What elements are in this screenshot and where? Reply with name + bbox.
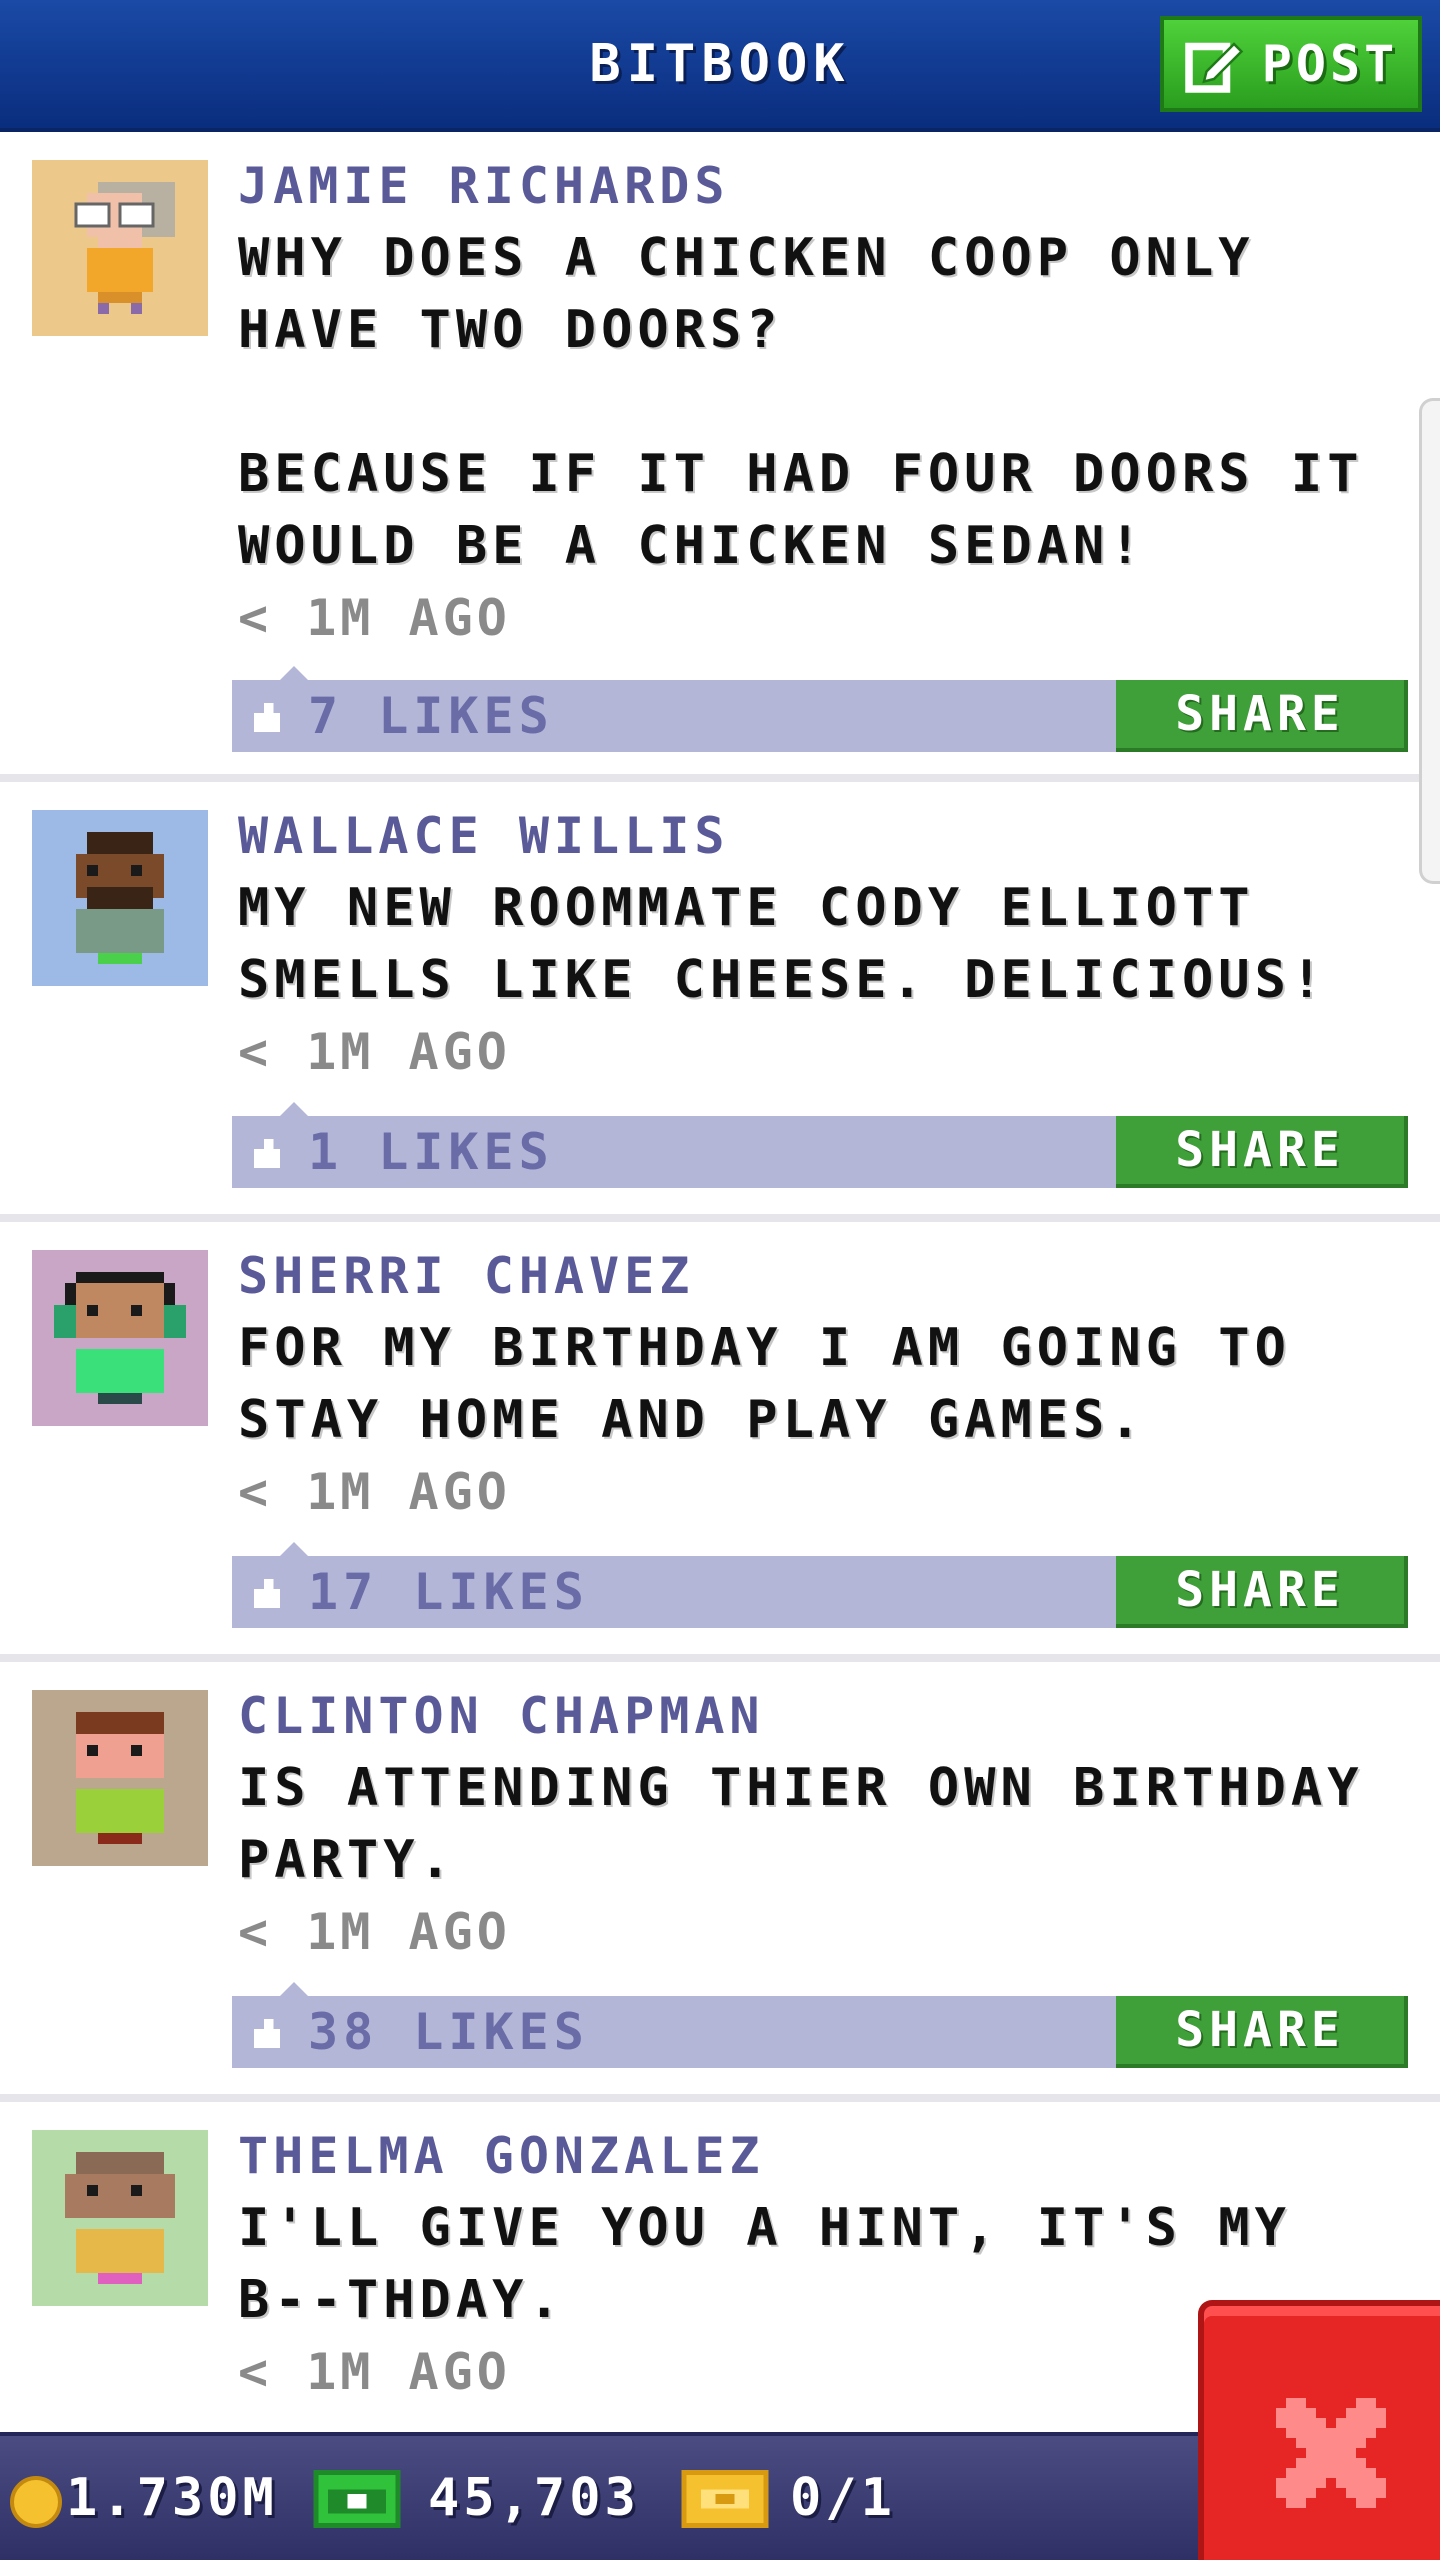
coin-icon	[10, 2476, 62, 2528]
compose-icon	[1185, 42, 1244, 93]
thumbs-up-icon[interactable]	[250, 1576, 284, 1608]
avatar	[32, 1690, 208, 1866]
top-bar: BITBOOK POST	[0, 0, 1440, 132]
likes-count: 17 LIKES	[308, 1563, 589, 1621]
share-button[interactable]: SHARE	[1116, 1116, 1408, 1188]
post-author[interactable]: WALLACE WILLIS	[238, 800, 1408, 872]
likes-bar: 38 LIKES SHARE	[232, 1982, 1408, 2068]
post-button-label: POST	[1261, 35, 1399, 93]
ticket-icon	[681, 2470, 769, 2528]
post-time: < 1M AGO	[238, 1903, 511, 1961]
scrollbar[interactable]	[1419, 398, 1440, 884]
avatar	[32, 1250, 208, 1426]
post-time: < 1M AGO	[238, 589, 511, 647]
share-button[interactable]: SHARE	[1116, 1996, 1408, 2068]
post-time: < 1M AGO	[238, 1023, 511, 1081]
coins-count: 1.730M	[66, 2468, 278, 2528]
post-content: SHERRI CHAVEZ FOR MY BIRTHDAY I AM GOING…	[238, 1240, 1408, 1528]
likes-bar: 1 LIKES SHARE	[232, 1102, 1408, 1188]
thumbs-up-icon[interactable]	[250, 700, 284, 732]
avatar	[32, 160, 208, 336]
post-time: < 1M AGO	[238, 1463, 511, 1521]
bux-count: 45,703	[428, 2468, 640, 2528]
thumbs-up-icon[interactable]	[250, 2016, 284, 2048]
feed-post: CLINTON CHAPMAN IS ATTENDING THIER OWN B…	[0, 1662, 1440, 2102]
close-button[interactable]	[1198, 2300, 1440, 2560]
post-author[interactable]: THELMA GONZALEZ	[238, 2120, 1408, 2192]
post-button[interactable]: POST	[1160, 16, 1422, 112]
bux-icon	[313, 2470, 401, 2528]
feed-post: SHERRI CHAVEZ FOR MY BIRTHDAY I AM GOING…	[0, 1222, 1440, 1662]
post-message: FOR MY BIRTHDAY I AM GOING TO STAY HOME …	[238, 1318, 1291, 1450]
post-author[interactable]: SHERRI CHAVEZ	[238, 1240, 1408, 1312]
post-message: IS ATTENDING THIER OWN BIRTHDAY PARTY.	[238, 1758, 1364, 1890]
likes-bar: 17 LIKES SHARE	[232, 1542, 1408, 1628]
likes-bar: 7 LIKES SHARE	[232, 666, 1408, 752]
share-button[interactable]: SHARE	[1116, 1556, 1408, 1628]
post-message: MY NEW ROOMMATE CODY ELLIOTT SMELLS LIKE…	[238, 878, 1328, 1010]
post-content: CLINTON CHAPMAN IS ATTENDING THIER OWN B…	[238, 1680, 1408, 1968]
post-content: WALLACE WILLIS MY NEW ROOMMATE CODY ELLI…	[238, 800, 1408, 1088]
likes-count: 1 LIKES	[308, 1123, 554, 1181]
likes-count: 38 LIKES	[308, 2003, 589, 2061]
post-content: JAMIE RICHARDS WHY DOES A CHICKEN COOP O…	[238, 150, 1408, 654]
post-author[interactable]: JAMIE RICHARDS	[238, 150, 1408, 222]
avatar	[32, 2130, 208, 2306]
thumbs-up-icon[interactable]	[250, 1136, 284, 1168]
share-button[interactable]: SHARE	[1116, 680, 1408, 752]
feed-post: JAMIE RICHARDS WHY DOES A CHICKEN COOP O…	[0, 132, 1440, 782]
avatar	[32, 810, 208, 986]
post-message: WHY DOES A CHICKEN COOP ONLY HAVE TWO DO…	[238, 228, 1364, 576]
close-icon	[1276, 2398, 1386, 2508]
bitbook-feed[interactable]: JAMIE RICHARDS WHY DOES A CHICKEN COOP O…	[0, 132, 1440, 2542]
tickets-count: 0/1	[790, 2468, 896, 2528]
post-author[interactable]: CLINTON CHAPMAN	[238, 1680, 1408, 1752]
feed-post: WALLACE WILLIS MY NEW ROOMMATE CODY ELLI…	[0, 782, 1440, 1222]
likes-count: 7 LIKES	[308, 687, 554, 745]
